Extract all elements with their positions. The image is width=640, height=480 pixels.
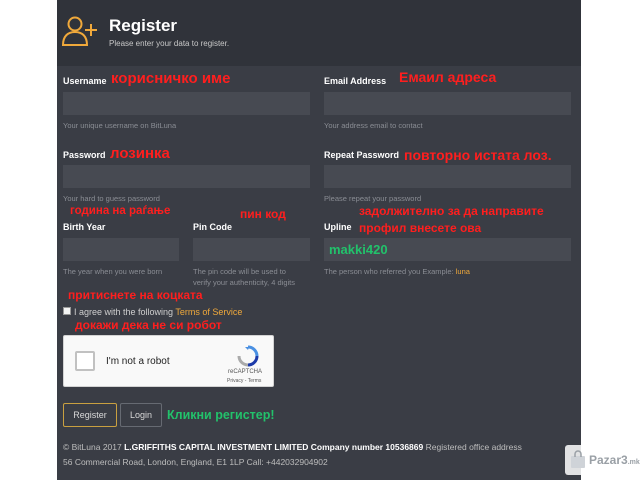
birth-year-input[interactable] bbox=[63, 238, 179, 261]
birth-year-label: Birth Year bbox=[63, 222, 106, 232]
terms-text: I agree with the following Terms of Serv… bbox=[74, 307, 242, 317]
birth-year-annotation: година на раѓање bbox=[70, 205, 171, 217]
terms-prefix: I agree with the following bbox=[74, 307, 174, 317]
email-hint: Your address email to contact bbox=[324, 121, 423, 130]
upline-label: Upline bbox=[324, 222, 352, 232]
birth-year-hint: The year when you were born bbox=[63, 267, 163, 276]
upline-hint-text: The person who referred you Example: bbox=[324, 267, 454, 276]
password-hint: Your hard to guess password bbox=[63, 194, 160, 203]
captcha-checkbox[interactable] bbox=[75, 351, 95, 371]
pin-code-input[interactable] bbox=[193, 238, 310, 261]
pin-code-label: Pin Code bbox=[193, 222, 233, 232]
repeat-password-annotation: повторно истата лоз. bbox=[404, 147, 552, 163]
footer-line1: © BitLuna 2017 L.GRIFFITHS CAPITAL INVES… bbox=[63, 442, 522, 452]
add-user-icon bbox=[61, 16, 97, 46]
login-button[interactable]: Login bbox=[120, 403, 162, 427]
panel-header: Register Please enter your data to regis… bbox=[57, 0, 581, 66]
repeat-password-hint: Please repeat your password bbox=[324, 194, 422, 203]
register-button[interactable]: Register bbox=[63, 403, 117, 427]
recaptcha-widget: I'm not a robot reCAPTCHA Privacy - Term… bbox=[63, 335, 274, 387]
watermark-text: Pazar3.mk bbox=[589, 453, 640, 467]
recaptcha-brand: reCAPTCHA bbox=[228, 369, 263, 375]
footer-office: Registered office address bbox=[425, 442, 522, 452]
pin-code-hint-line1: The pin code will be used to bbox=[193, 267, 286, 276]
footer-address: 56 Commercial Road, London, England, E1 … bbox=[63, 457, 328, 467]
username-hint: Your unique username on BitLuna bbox=[63, 121, 177, 130]
repeat-password-input[interactable] bbox=[324, 165, 571, 188]
password-label: Password bbox=[63, 150, 106, 160]
terms-annotation: притиснете на коцката bbox=[68, 288, 203, 302]
terms-of-service-link[interactable]: Terms of Service bbox=[175, 307, 242, 317]
upline-hint: The person who referred you Example: lun… bbox=[324, 266, 470, 277]
page-subtitle: Please enter your data to register. bbox=[109, 39, 230, 48]
username-annotation: корисничко име bbox=[111, 70, 231, 87]
page: Register Please enter your data to regis… bbox=[0, 0, 640, 480]
upline-annotation-line2: профил внесете ова bbox=[359, 221, 482, 235]
repeat-password-label: Repeat Password bbox=[324, 150, 400, 160]
terms-checkbox[interactable] bbox=[63, 307, 71, 315]
footer-copyright: © BitLuna 2017 bbox=[63, 442, 122, 452]
username-input[interactable] bbox=[63, 92, 310, 115]
password-input[interactable] bbox=[63, 165, 310, 188]
upline-value: makki420 bbox=[329, 242, 388, 257]
pin-code-hint-line2: verify your authenticity, 4 digits bbox=[193, 278, 295, 287]
register-panel: Register Please enter your data to regis… bbox=[57, 0, 581, 480]
recaptcha-icon bbox=[237, 345, 259, 367]
shopping-bag-icon bbox=[571, 450, 585, 468]
upline-hint-example: luna bbox=[455, 267, 470, 276]
watermark-suffix: .mk bbox=[627, 459, 640, 466]
captcha-annotation: докажи дека не си робот bbox=[75, 318, 222, 332]
watermark-name: Pazar3 bbox=[589, 453, 628, 467]
captcha-label: I'm not a robot bbox=[106, 356, 170, 367]
page-title: Register bbox=[109, 16, 178, 35]
watermark: Pazar3.mk bbox=[565, 445, 640, 475]
email-annotation: Емаил адреса bbox=[399, 69, 497, 85]
username-label: Username bbox=[63, 76, 107, 86]
register-annotation: Кликни регистер! bbox=[167, 408, 275, 422]
recaptcha-links[interactable]: Privacy - Terms bbox=[227, 378, 261, 384]
upline-annotation-line1: задолжително за да направите bbox=[359, 204, 544, 218]
password-annotation: лозинка bbox=[110, 145, 170, 162]
email-label: Email Address bbox=[324, 76, 387, 86]
footer-company: L.GRIFFITHS CAPITAL INVESTMENT LIMITED C… bbox=[124, 442, 424, 452]
upline-input[interactable]: makki420 bbox=[324, 238, 571, 261]
email-input[interactable] bbox=[324, 92, 571, 115]
pin-code-annotation: пин код bbox=[240, 207, 286, 221]
